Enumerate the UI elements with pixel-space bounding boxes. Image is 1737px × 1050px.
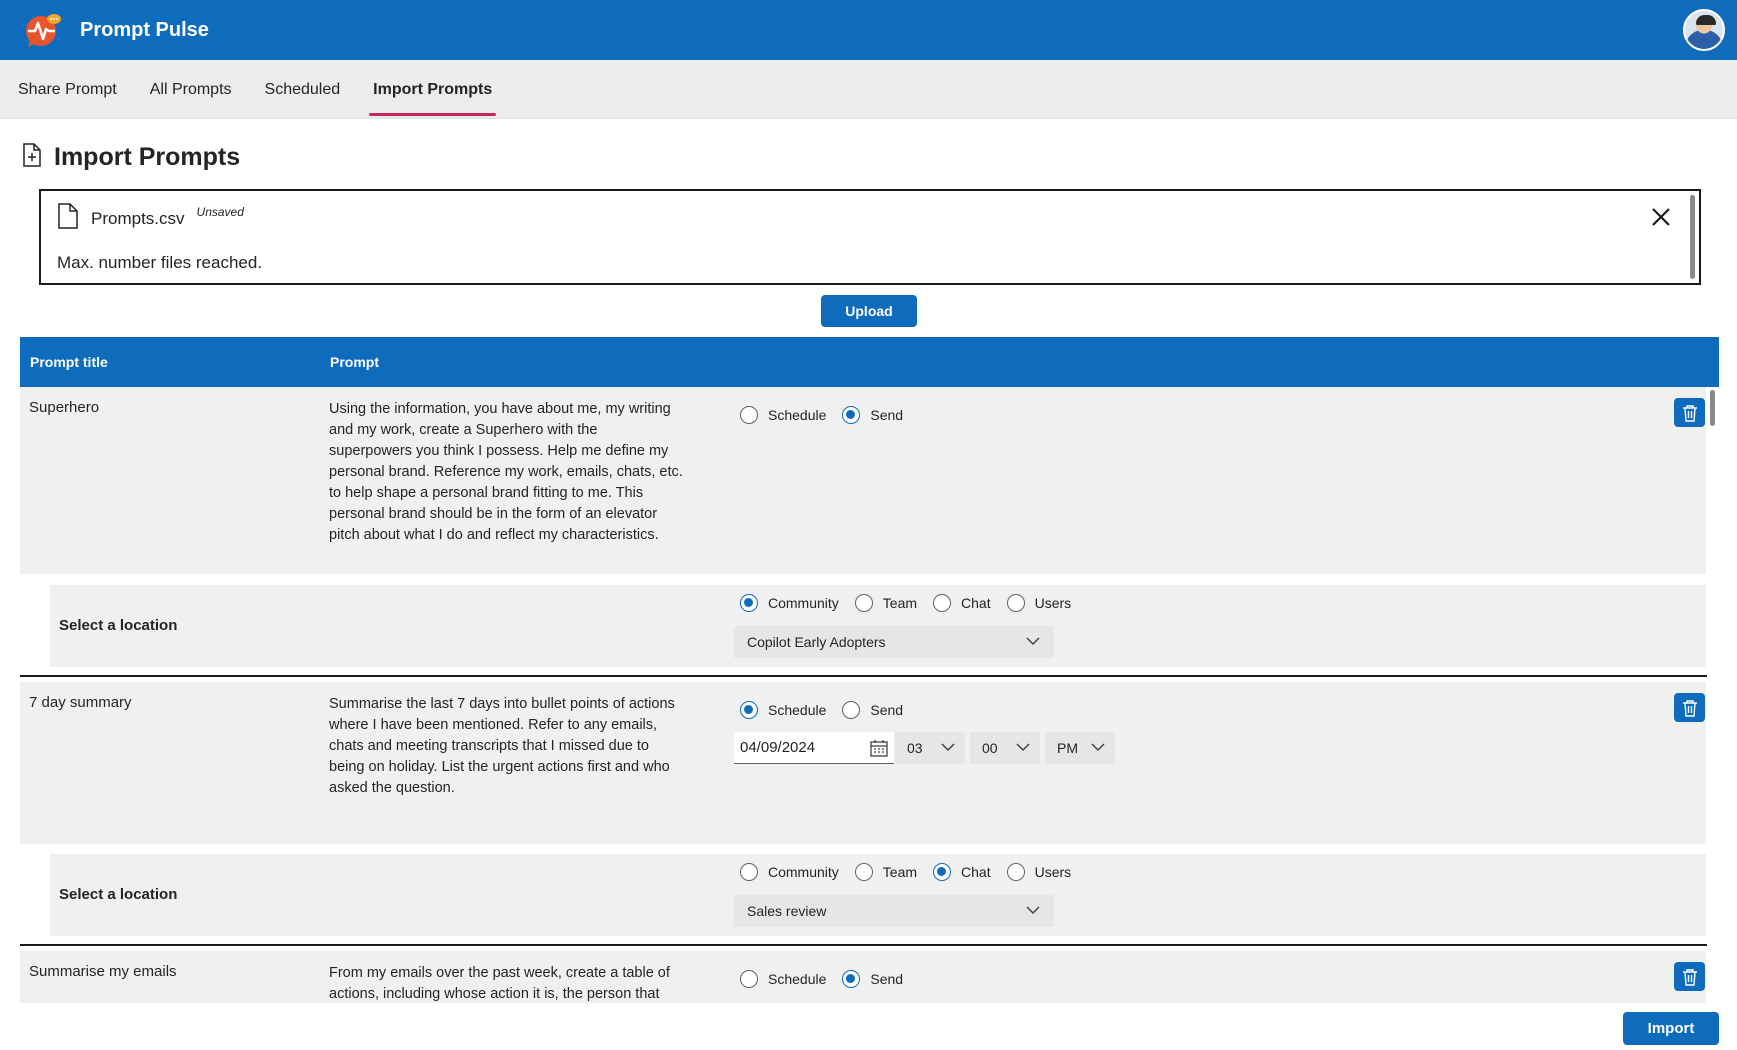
close-icon[interactable] [1649,205,1673,229]
upload-button[interactable]: Upload [821,295,917,327]
import-button[interactable]: Import [1623,1012,1719,1045]
prompt-title: Superhero [29,399,100,416]
chevron-down-icon [1026,906,1040,915]
column-header-prompt: Prompt [330,354,379,370]
heartbeat-chat-icon [24,11,62,49]
ampm-select[interactable]: PM [1045,732,1115,764]
radio-users[interactable]: Users [1006,594,1071,612]
radio-team[interactable]: Team [854,863,917,881]
user-avatar[interactable] [1683,9,1725,51]
file-upload-box: Prompts.csv Unsaved Max. number files re… [39,189,1701,285]
table-scrollbar[interactable] [1710,390,1715,426]
file-icon [57,203,79,234]
table-row: Superhero Using the information, you hav… [20,387,1706,574]
location-label: Select a location [59,886,178,903]
delete-button[interactable] [1674,693,1705,722]
location-row: Select a location Community Team Chat Us… [50,585,1706,667]
location-radio-group: Community Team Chat Users [740,594,1087,612]
radio-send[interactable]: Send [842,970,903,988]
date-input[interactable]: 04/09/2024 [734,732,894,764]
file-status: Unsaved [196,205,244,219]
calendar-icon [870,740,888,757]
location-dropdown[interactable]: Sales review [734,895,1054,927]
app-header: Prompt Pulse [0,0,1737,60]
trash-icon [1682,968,1697,986]
page-title-row: Import Prompts [22,143,240,172]
location-label: Select a location [59,617,178,634]
column-header-title: Prompt title [30,354,108,370]
tab-import-prompts[interactable]: Import Prompts [361,60,504,119]
radio-schedule[interactable]: Schedule [740,406,826,424]
location-row: Select a location Community Team Chat Us… [50,854,1706,936]
prompt-text: Using the information, you have about me… [329,401,683,543]
radio-users[interactable]: Users [1006,863,1071,881]
table-header: Prompt title Prompt [20,337,1719,387]
hour-select[interactable]: 03 [895,732,965,764]
chevron-down-icon [1026,637,1040,646]
tab-scheduled[interactable]: Scheduled [253,60,353,119]
radio-send[interactable]: Send [842,701,903,719]
mode-radio-group: Schedule Send [740,701,919,719]
minute-select[interactable]: 00 [970,732,1040,764]
delete-button[interactable] [1674,962,1705,991]
page-title: Import Prompts [54,143,241,171]
row-divider [20,944,1707,946]
radio-team[interactable]: Team [854,594,917,612]
delete-button[interactable] [1674,398,1705,427]
chevron-down-icon [941,743,955,752]
tab-all-prompts[interactable]: All Prompts [138,60,244,119]
location-dropdown[interactable]: Copilot Early Adopters [734,626,1054,658]
radio-community[interactable]: Community [740,594,839,612]
filebox-scrollbar[interactable] [1690,195,1695,279]
max-files-message: Max. number files reached. [57,253,263,272]
prompt-title: Summarise my emails [29,963,177,980]
radio-schedule[interactable]: Schedule [740,701,826,719]
table-row: Summarise my emails From my emails over … [20,951,1706,1003]
document-add-icon [22,143,42,172]
table-row: 7 day summary Summarise the last 7 days … [20,682,1706,844]
radio-send[interactable]: Send [842,406,903,424]
file-name: Prompts.csv [91,209,185,228]
prompt-text: From my emails over the past week, creat… [329,965,670,1002]
radio-chat[interactable]: Chat [933,863,991,881]
prompt-text: Summarise the last 7 days into bullet po… [329,696,675,796]
tab-share-prompt[interactable]: Share Prompt [6,60,129,119]
mode-radio-group: Schedule Send [740,970,919,988]
trash-icon [1682,699,1697,717]
location-radio-group: Community Team Chat Users [740,863,1087,881]
row-divider [20,675,1707,677]
prompt-title: 7 day summary [29,694,132,711]
radio-chat[interactable]: Chat [933,594,991,612]
radio-schedule[interactable]: Schedule [740,970,826,988]
chevron-down-icon [1091,743,1105,752]
mode-radio-group: Schedule Send [740,406,919,424]
app-title: Prompt Pulse [80,18,209,41]
chevron-down-icon [1016,743,1030,752]
trash-icon [1682,404,1697,422]
radio-community[interactable]: Community [740,863,839,881]
tab-bar: Share Prompt All Prompts Scheduled Impor… [0,60,1737,119]
